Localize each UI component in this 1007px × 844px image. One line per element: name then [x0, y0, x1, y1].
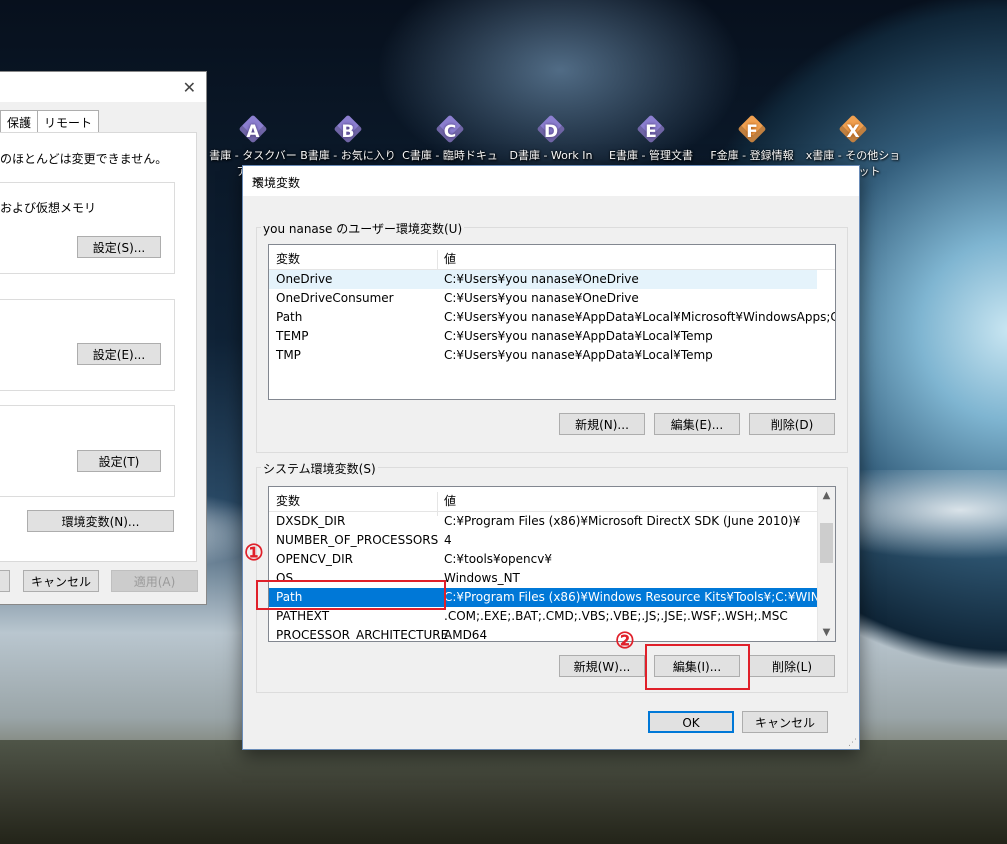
tab-remote[interactable]: リモート: [37, 110, 100, 134]
table-row[interactable]: OneDrive C:¥Users¥you nanase¥OneDrive: [269, 270, 817, 289]
settings-e-button[interactable]: 設定(E)...: [77, 343, 161, 365]
user-variables-group: you nanase のユーザー環境変数(U) 変数 値 OneDrive C:¥…: [256, 220, 848, 453]
desktop-icon-e[interactable]: E E書庫 - 管理文書: [603, 114, 699, 163]
environment-variables-dialog: 環境変数 ✕ you nanase のユーザー環境変数(U) 変数 値 OneD…: [242, 165, 860, 750]
user-delete-button[interactable]: 削除(D): [749, 413, 835, 435]
annotation-box-edit-button: [645, 644, 750, 690]
user-profile-group: 設定(E)...: [0, 299, 175, 391]
scroll-up-icon[interactable]: ▲: [818, 487, 835, 504]
list-header: 変数 値: [269, 245, 835, 274]
user-variables-label: you nanase のユーザー環境変数(U): [261, 220, 465, 237]
system-new-button[interactable]: 新規(W)...: [559, 655, 645, 677]
vertical-scrollbar[interactable]: ▲ ▼: [817, 487, 835, 641]
cube-icon: E: [636, 114, 666, 144]
ok-button[interactable]: OK: [648, 711, 734, 733]
cube-icon: B: [333, 114, 363, 144]
cube-icon: C: [435, 114, 465, 144]
system-delete-button[interactable]: 削除(L): [749, 655, 835, 677]
wallpaper-ground: [0, 740, 1007, 844]
column-header-value[interactable]: 値: [444, 492, 456, 509]
desktop-icon-label: B書庫 - お気に入り: [300, 149, 396, 162]
user-new-button[interactable]: 新規(N)...: [559, 413, 645, 435]
table-row[interactable]: TMP C:¥Users¥you nanase¥AppData¥Local¥Tem…: [269, 346, 835, 365]
list-header: 変数 値: [269, 487, 817, 516]
table-row[interactable]: TEMP C:¥Users¥you nanase¥AppData¥Local¥Te…: [269, 327, 835, 346]
close-icon[interactable]: ✕: [183, 78, 196, 97]
desktop-icon-f[interactable]: F F金庫 - 登録情報: [704, 114, 800, 163]
apply-button[interactable]: 適用(A): [111, 570, 198, 592]
column-header-variable[interactable]: 変数: [276, 492, 300, 509]
table-row[interactable]: DXSDK_DIR C:¥Program Files (x86)¥Microsof…: [269, 512, 817, 531]
startup-recovery-group: 設定(T): [0, 405, 175, 497]
table-row[interactable]: NUMBER_OF_PROCESSORS 4: [269, 531, 817, 550]
annotation-step-1: ①: [244, 540, 264, 566]
user-variables-list[interactable]: 変数 値 OneDrive C:¥Users¥you nanase¥OneDriv…: [268, 244, 836, 400]
settings-t-button[interactable]: 設定(T): [77, 450, 161, 472]
column-header-variable[interactable]: 変数: [276, 250, 300, 267]
admin-note: のほとんどは変更できません。: [0, 152, 168, 166]
system-variables-label: システム環境変数(S): [261, 460, 378, 477]
resize-grip-icon[interactable]: ⋰: [848, 738, 857, 748]
ok-button-partial[interactable]: [0, 570, 10, 592]
cancel-button[interactable]: キャンセル: [23, 570, 99, 592]
table-row[interactable]: OPENCV_DIR C:¥tools¥opencv¥: [269, 550, 817, 569]
desktop-icon-c[interactable]: C C書庫 - 臨時ドキュ: [402, 114, 498, 163]
annotation-step-2: ②: [615, 628, 635, 654]
desktop-icon-label: F金庫 - 登録情報: [710, 149, 794, 162]
tab-panel: のほとんどは変更できません。 および仮想メモリ 設定(S)... 設定(E)..…: [0, 132, 197, 562]
environment-variables-button[interactable]: 環境変数(N)...: [27, 510, 174, 532]
desktop-icon-b[interactable]: B B書庫 - お気に入り: [300, 114, 396, 163]
table-row[interactable]: OneDriveConsumer C:¥Users¥you nanase¥OneD…: [269, 289, 835, 308]
close-icon[interactable]: ✕: [252, 174, 850, 188]
scrollbar-thumb[interactable]: [820, 523, 833, 563]
desktop-icon-label: D書庫 - Work In: [509, 149, 593, 162]
scroll-down-icon[interactable]: ▼: [818, 624, 835, 641]
annotation-box-path-row: [256, 580, 446, 610]
column-header-value[interactable]: 値: [444, 250, 456, 267]
cube-icon: A: [238, 114, 268, 144]
performance-label: および仮想メモリ: [0, 201, 97, 215]
cube-icon: D: [536, 114, 566, 144]
cube-icon: X: [838, 114, 868, 144]
cube-icon: F: [737, 114, 767, 144]
system-properties-dialog: ✕ 保護 リモート のほとんどは変更できません。 および仮想メモリ 設定(S)..…: [0, 71, 207, 605]
system-variables-list[interactable]: 変数 値 DXSDK_DIR C:¥Program Files (x86)¥Mic…: [268, 486, 836, 642]
cancel-button[interactable]: キャンセル: [742, 711, 828, 733]
dialog-titlebar: ✕: [0, 72, 206, 102]
table-row[interactable]: Path C:¥Users¥you nanase¥AppData¥Local¥Mi…: [269, 308, 835, 327]
desktop-icon-d[interactable]: D D書庫 - Work In: [503, 114, 599, 163]
desktop-icon-label: E書庫 - 管理文書: [609, 149, 693, 162]
dialog-titlebar: 環境変数 ✕: [243, 166, 859, 196]
tab-protection[interactable]: 保護: [0, 110, 39, 134]
desktop-icon-label: C書庫 - 臨時ドキュ: [402, 149, 498, 162]
table-row[interactable]: PROCESSOR_ARCHITECTURE AMD64: [269, 626, 817, 641]
tab-strip: 保護 リモート: [0, 110, 100, 134]
user-edit-button[interactable]: 編集(E)...: [654, 413, 740, 435]
settings-s-button[interactable]: 設定(S)...: [77, 236, 161, 258]
performance-group: および仮想メモリ 設定(S)...: [0, 182, 175, 274]
